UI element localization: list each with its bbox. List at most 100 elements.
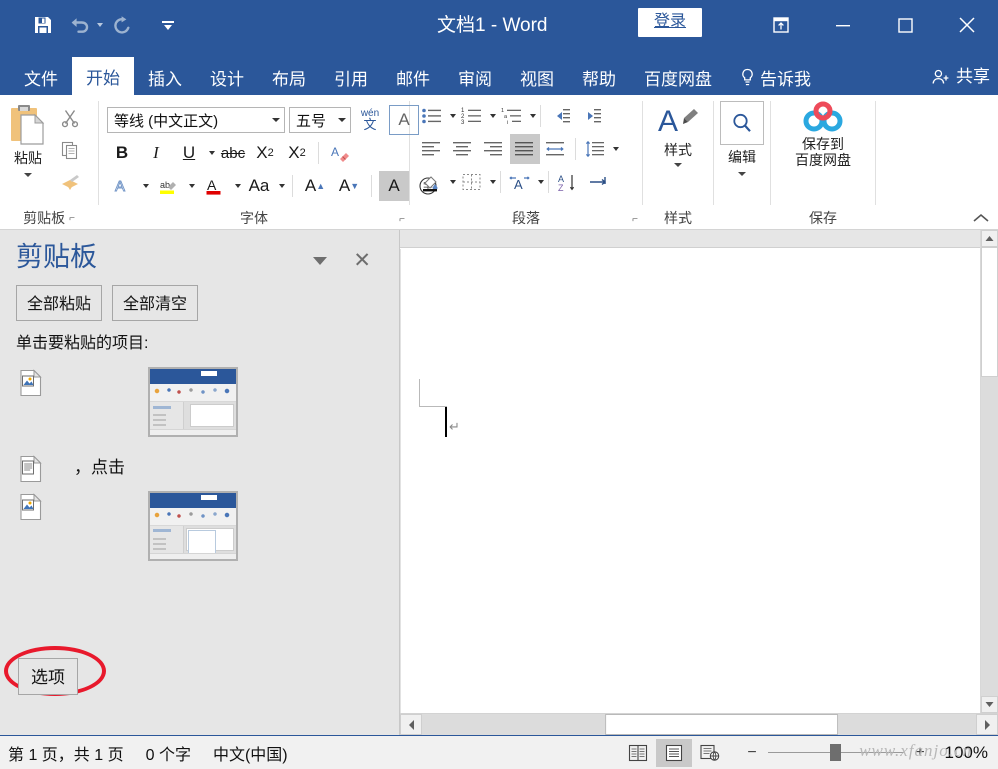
maximize-icon[interactable] xyxy=(874,0,936,50)
highlight-button[interactable]: ab xyxy=(153,171,183,201)
font-color-dropdown-icon[interactable] xyxy=(235,184,241,188)
change-case-dropdown-icon[interactable] xyxy=(279,184,285,188)
web-layout-icon[interactable] xyxy=(692,739,728,767)
clipboard-dialog-launcher[interactable]: ⌐ xyxy=(69,213,75,224)
tab-home[interactable]: 开始 xyxy=(72,57,134,95)
paste-all-button[interactable]: 全部粘贴 xyxy=(16,285,102,321)
distribute-button[interactable] xyxy=(541,134,571,164)
options-button[interactable]: 选项 xyxy=(18,658,78,695)
text-effects-dropdown-icon[interactable] xyxy=(143,184,149,188)
cut-button[interactable] xyxy=(56,105,84,131)
language-indicator[interactable]: 中文(中国) xyxy=(213,741,288,765)
word-count[interactable]: 0 个字 xyxy=(146,741,191,765)
paste-button[interactable]: 粘贴 xyxy=(0,99,56,177)
font-dialog-launcher[interactable]: ⌐ xyxy=(399,214,405,225)
clipboard-item[interactable] xyxy=(0,363,399,449)
numbering-dropdown-icon[interactable] xyxy=(490,114,496,118)
line-spacing-dropdown-icon[interactable] xyxy=(613,147,619,151)
numbering-button[interactable]: 1 2 3 xyxy=(457,101,487,131)
text-effects-button[interactable]: A xyxy=(107,171,137,201)
tab-insert[interactable]: 插入 xyxy=(134,59,196,95)
tab-baidu-netdisk[interactable]: 百度网盘 xyxy=(630,59,726,95)
editing-button[interactable] xyxy=(720,101,764,145)
scroll-right-icon[interactable] xyxy=(976,714,998,735)
undo-dropdown-icon[interactable] xyxy=(97,23,103,27)
increase-indent-button[interactable] xyxy=(576,101,606,131)
customize-qat-icon[interactable] xyxy=(151,8,185,42)
scroll-down-icon[interactable] xyxy=(981,696,998,713)
subscript-button[interactable]: X2 xyxy=(251,138,279,168)
copy-button[interactable] xyxy=(56,137,84,163)
tab-view[interactable]: 视图 xyxy=(506,59,568,95)
styles-dialog-launcher[interactable]: ⌐ xyxy=(682,214,688,225)
multilevel-dropdown-icon[interactable] xyxy=(530,114,536,118)
tab-mailings[interactable]: 邮件 xyxy=(382,59,444,95)
save-to-baidu-button[interactable]: 保存到 百度网盘 xyxy=(773,99,873,168)
print-layout-icon[interactable] xyxy=(656,739,692,767)
document-canvas[interactable]: ↵ xyxy=(400,230,980,713)
zoom-out-button[interactable]: − xyxy=(744,744,760,762)
bullets-button[interactable] xyxy=(417,101,447,131)
font-size-combo[interactable]: 五号 xyxy=(289,107,351,133)
align-center-button[interactable] xyxy=(448,134,478,164)
collapse-ribbon-icon[interactable] xyxy=(972,211,990,225)
zoom-level[interactable]: 100% xyxy=(938,743,988,763)
vertical-scroll-track[interactable] xyxy=(981,247,998,696)
close-icon[interactable]: ✕ xyxy=(353,250,371,271)
bold-button[interactable]: B xyxy=(107,138,137,168)
underline-button[interactable]: U xyxy=(175,138,203,168)
horizontal-scrollbar[interactable] xyxy=(400,713,998,735)
styles-dropdown-icon[interactable] xyxy=(674,163,682,167)
read-mode-icon[interactable] xyxy=(620,739,656,767)
justify-button[interactable] xyxy=(510,134,540,164)
horizontal-scroll-track[interactable] xyxy=(422,714,976,735)
scroll-up-icon[interactable] xyxy=(981,230,998,247)
redo-icon[interactable] xyxy=(105,8,139,42)
paste-dropdown-icon[interactable] xyxy=(24,173,32,177)
shading-dropdown-icon[interactable] xyxy=(450,180,456,184)
clipboard-item[interactable] xyxy=(0,487,399,573)
tab-layout[interactable]: 布局 xyxy=(258,59,320,95)
tab-help[interactable]: 帮助 xyxy=(568,59,630,95)
document-page[interactable]: ↵ xyxy=(400,249,980,713)
tab-file[interactable]: 文件 xyxy=(10,59,72,95)
chinese-layout-dropdown-icon[interactable] xyxy=(538,180,544,184)
chevron-down-icon[interactable] xyxy=(313,257,327,265)
font-name-combo[interactable]: 等线 (中文正文) xyxy=(107,107,285,133)
align-right-button[interactable] xyxy=(479,134,509,164)
editing-dropdown-icon[interactable] xyxy=(738,172,746,176)
undo-icon[interactable] xyxy=(62,8,96,42)
shading-button[interactable] xyxy=(417,167,447,197)
highlight-dropdown-icon[interactable] xyxy=(189,184,195,188)
styles-button[interactable]: A 样式 xyxy=(647,99,709,167)
zoom-in-button[interactable]: + xyxy=(912,744,928,762)
italic-button[interactable]: I xyxy=(141,138,171,168)
underline-dropdown-icon[interactable] xyxy=(209,151,215,155)
borders-button[interactable] xyxy=(457,167,487,197)
ribbon-display-options-icon[interactable] xyxy=(750,0,812,50)
tab-references[interactable]: 引用 xyxy=(320,59,382,95)
tab-design[interactable]: 设计 xyxy=(196,59,258,95)
tab-share[interactable]: 共享 xyxy=(917,59,998,95)
scroll-left-icon[interactable] xyxy=(400,714,422,735)
clipboard-item[interactable]: ，点击 xyxy=(0,449,399,487)
phonetic-guide-button[interactable]: wén 文 xyxy=(355,105,385,135)
zoom-slider-thumb[interactable] xyxy=(830,744,841,761)
format-painter-button[interactable] xyxy=(56,169,84,195)
shrink-font-button[interactable]: A▼ xyxy=(334,171,364,201)
decrease-indent-button[interactable] xyxy=(545,101,575,131)
close-icon[interactable] xyxy=(936,0,998,50)
zoom-slider-track[interactable] xyxy=(768,752,904,753)
borders-dropdown-icon[interactable] xyxy=(490,180,496,184)
vertical-scrollbar[interactable] xyxy=(980,230,998,713)
tab-review[interactable]: 审阅 xyxy=(444,59,506,95)
superscript-button[interactable]: X2 xyxy=(283,138,311,168)
vertical-scroll-thumb[interactable] xyxy=(981,247,998,377)
change-case-button[interactable]: Aa xyxy=(245,171,273,201)
character-shading-button[interactable]: A xyxy=(379,171,409,201)
paragraph-dialog-launcher[interactable]: ⌐ xyxy=(632,214,638,225)
save-icon[interactable] xyxy=(26,8,60,42)
tab-tell-me[interactable]: 告诉我 xyxy=(726,59,825,95)
clear-all-button[interactable]: 全部清空 xyxy=(112,285,198,321)
horizontal-scroll-thumb[interactable] xyxy=(605,714,838,735)
